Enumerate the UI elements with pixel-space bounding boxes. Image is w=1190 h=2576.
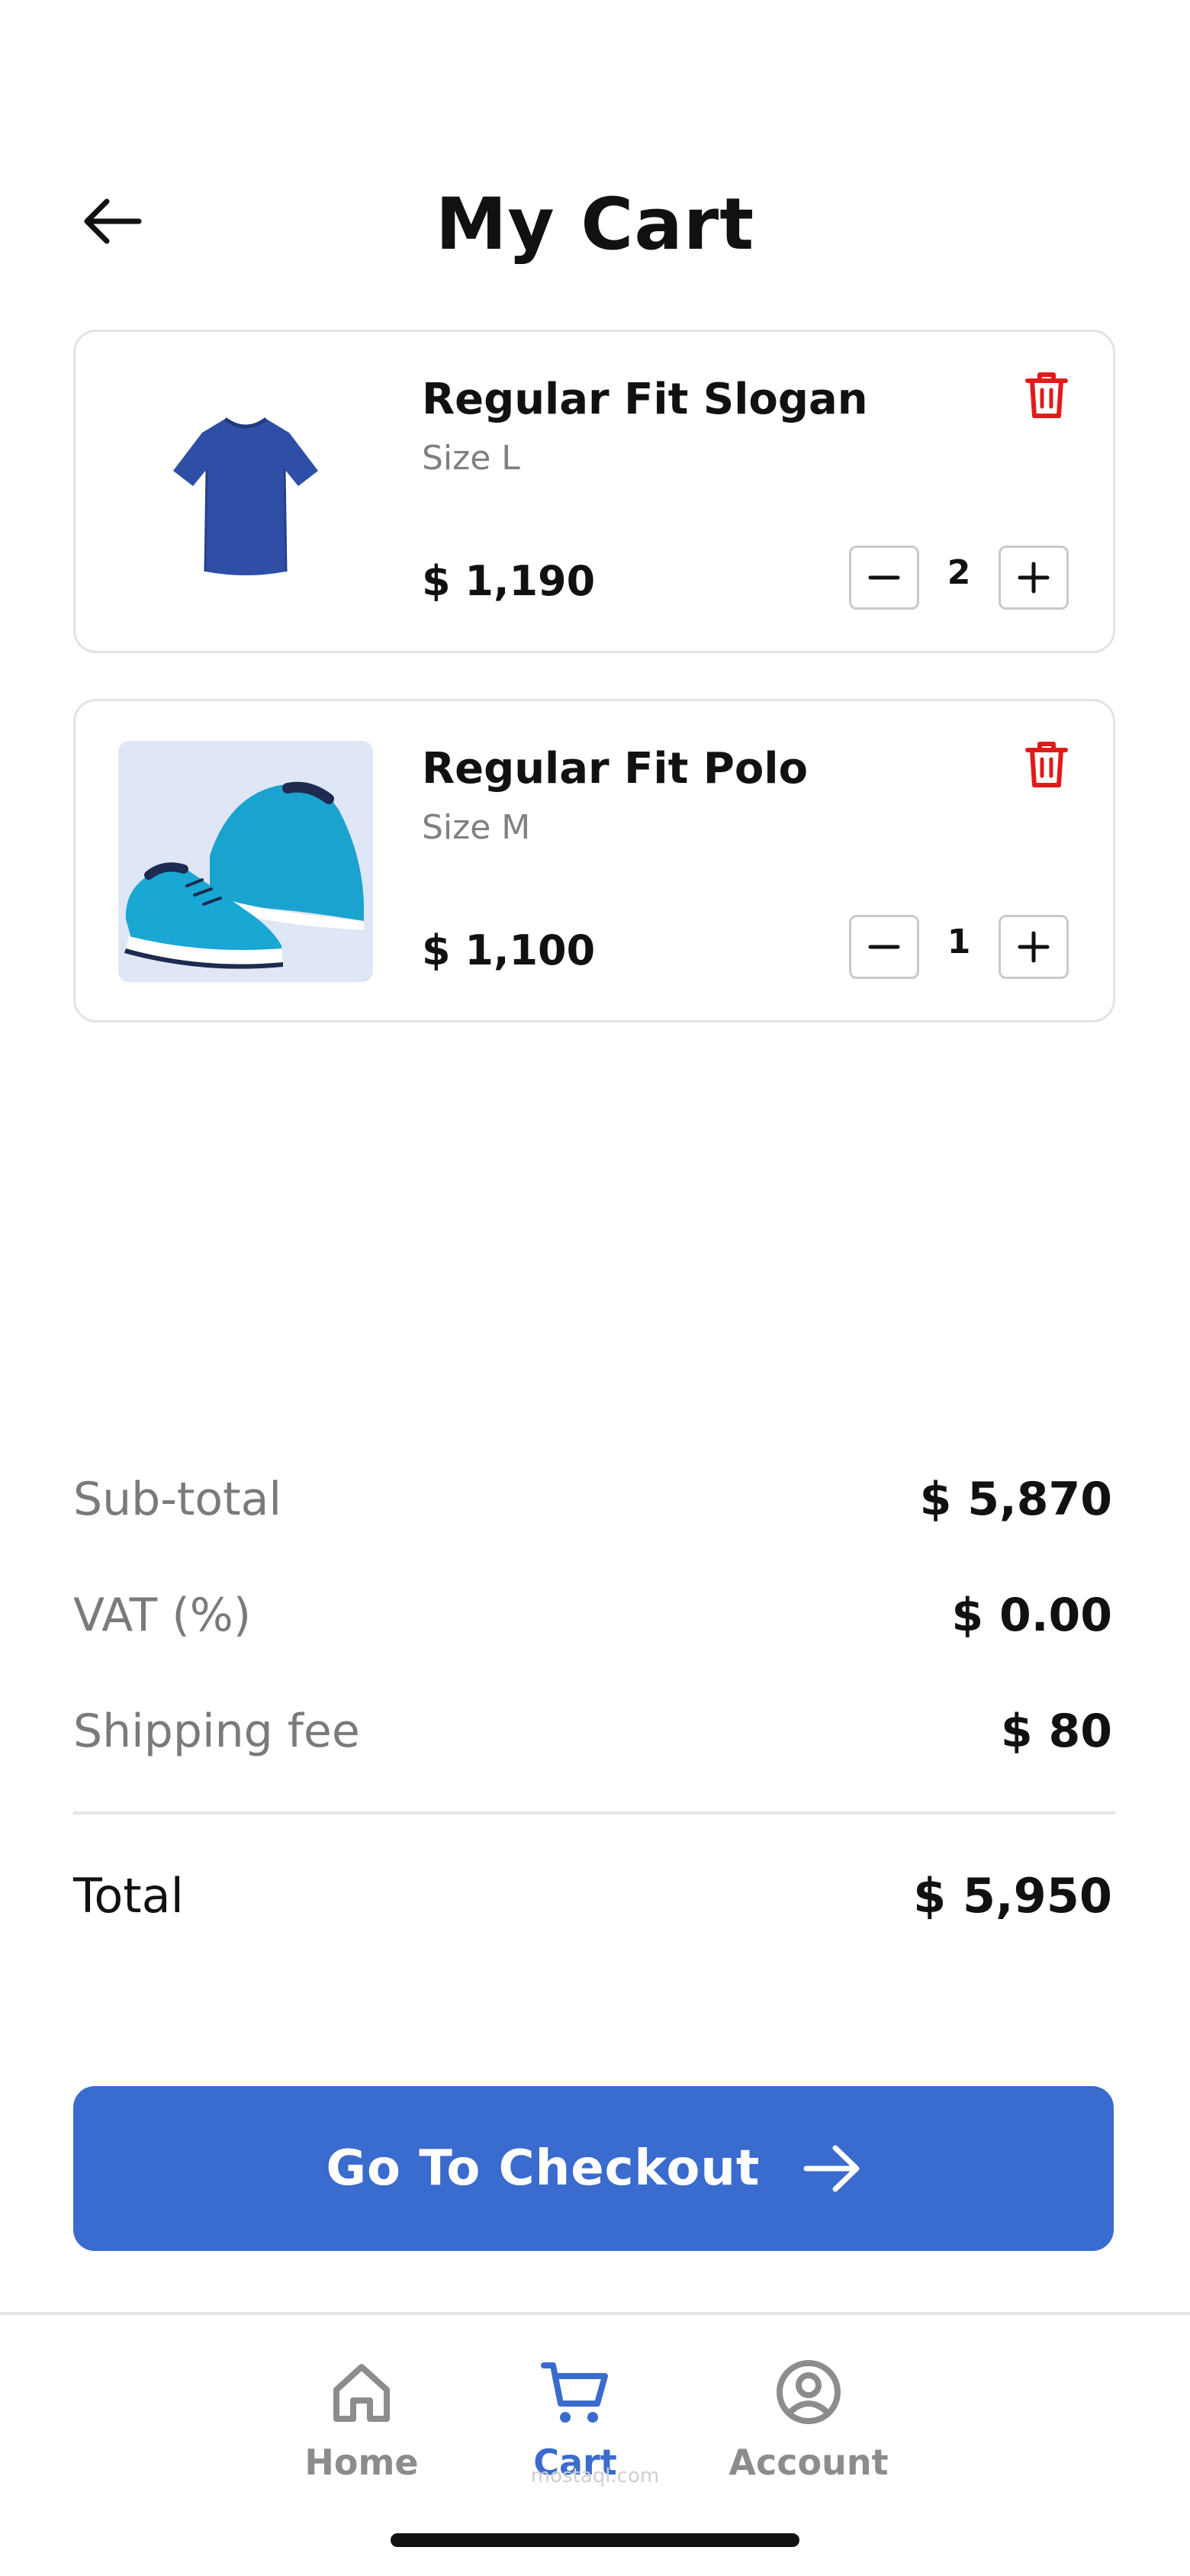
quantity-value: 2 — [947, 553, 971, 592]
vat-label: VAT (%) — [73, 1589, 252, 1642]
subtotal-label: Sub-total — [73, 1473, 282, 1526]
product-image-tshirt — [118, 372, 373, 613]
delete-item-button[interactable] — [1024, 370, 1069, 420]
shipping-value: $ 80 — [1000, 1705, 1112, 1758]
decrease-quantity-button[interactable] — [849, 915, 919, 979]
quantity-value: 1 — [947, 923, 971, 961]
vat-value: $ 0.00 — [951, 1589, 1112, 1642]
item-name: Regular Fit Polo — [422, 744, 809, 794]
account-icon — [777, 2360, 841, 2424]
cart-icon — [541, 2362, 608, 2423]
increase-quantity-button[interactable] — [999, 915, 1069, 979]
plus-icon — [1018, 931, 1050, 963]
plus-icon — [1018, 562, 1050, 594]
item-size: Size M — [422, 808, 531, 847]
shipping-label: Shipping fee — [73, 1705, 360, 1758]
item-name: Regular Fit Slogan — [422, 375, 868, 424]
total-label: Total — [73, 1868, 184, 1924]
item-price: $ 1,100 — [422, 926, 596, 974]
item-price: $ 1,190 — [422, 557, 596, 605]
item-size: Size L — [422, 439, 520, 478]
trash-icon — [1025, 372, 1068, 418]
nav-label-home: Home — [304, 2442, 419, 2483]
checkout-label: Go To Checkout — [326, 2140, 761, 2197]
increase-quantity-button[interactable] — [999, 546, 1069, 610]
delete-item-button[interactable] — [1024, 739, 1069, 790]
page-title: My Cart — [435, 183, 755, 266]
summary-divider — [73, 1811, 1115, 1814]
decrease-quantity-button[interactable] — [849, 546, 919, 610]
total-value: $ 5,950 — [913, 1868, 1112, 1924]
nav-item-account[interactable]: Account — [717, 2358, 900, 2483]
bottom-nav-border — [0, 2312, 1190, 2315]
subtotal-value: $ 5,870 — [919, 1473, 1112, 1526]
nav-item-home[interactable]: Home — [270, 2358, 453, 2483]
arrow-right-icon — [803, 2145, 860, 2192]
cart-item: Regular Fit Slogan Size L $ 1,190 2 — [73, 330, 1115, 653]
watermark: mostaql.com — [530, 2465, 660, 2487]
trash-icon — [1025, 742, 1068, 787]
checkout-button[interactable]: Go To Checkout — [73, 2086, 1114, 2251]
minus-icon — [868, 945, 900, 949]
home-indicator — [391, 2533, 799, 2547]
cart-item: Regular Fit Polo Size M $ 1,100 1 — [73, 699, 1115, 1022]
minus-icon — [868, 575, 900, 580]
nav-label-account: Account — [728, 2442, 889, 2483]
product-image-sneakers — [118, 741, 373, 982]
home-icon — [333, 2364, 390, 2422]
